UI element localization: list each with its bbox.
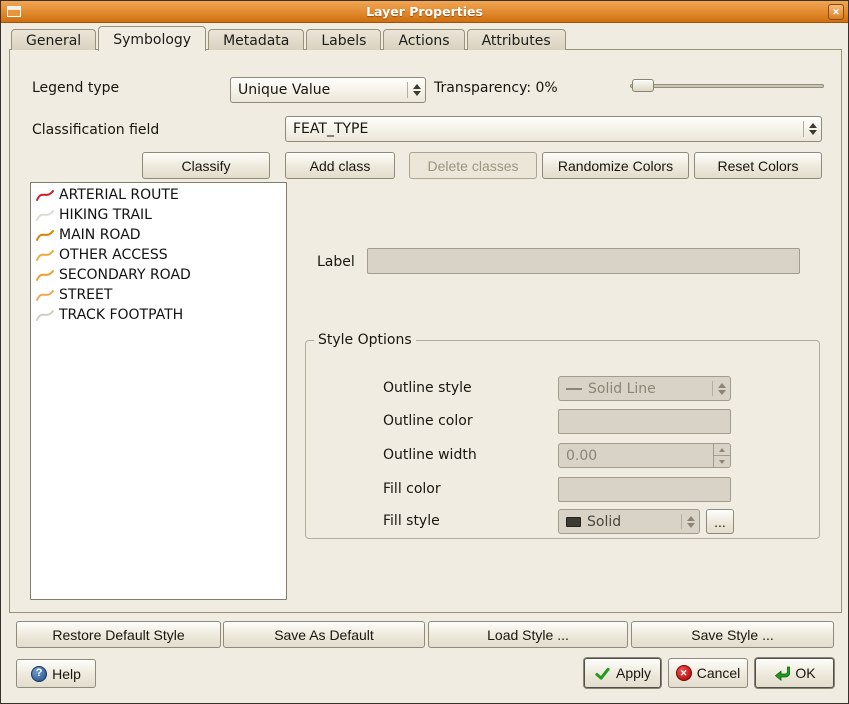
tab-attributes[interactable]: Attributes <box>467 29 566 50</box>
class-name: MAIN ROAD <box>59 227 141 243</box>
spin-buttons <box>713 444 730 467</box>
fill-style-more-button[interactable]: ... <box>706 509 734 534</box>
help-icon: ? <box>31 666 47 682</box>
tab-general[interactable]: General <box>11 29 96 50</box>
outline-color-button <box>558 409 731 434</box>
class-list-item[interactable]: TRACK FOOTPATH <box>31 305 286 325</box>
outline-style-label: Outline style <box>383 380 472 396</box>
help-button[interactable]: ? Help <box>16 659 96 688</box>
layer-properties-dialog: Layer Properties ✕ General Symbology Met… <box>0 0 849 704</box>
legend-type-combo[interactable]: Unique Value <box>230 77 426 103</box>
add-class-button[interactable]: Add class <box>285 152 395 179</box>
class-list-item[interactable]: MAIN ROAD <box>31 225 286 245</box>
tab-symbology[interactable]: Symbology <box>98 26 206 51</box>
symbology-page: Legend type Unique Value Transparency: 0… <box>9 49 842 613</box>
fill-style-combo: Solid <box>558 509 700 534</box>
class-name: STREET <box>59 287 112 303</box>
cancel-icon: ✕ <box>676 665 692 681</box>
combo-separator <box>803 121 804 137</box>
close-icon: ✕ <box>832 7 840 17</box>
randomize-colors-button[interactable]: Randomize Colors <box>542 152 689 179</box>
outline-style-value: Solid Line <box>588 381 707 397</box>
apply-button-label: Apply <box>616 665 651 681</box>
combo-arrows-icon <box>687 516 695 528</box>
transparency-slider[interactable] <box>630 78 824 94</box>
tab-actions[interactable]: Actions <box>383 29 464 50</box>
outline-style-combo: Solid Line <box>558 376 731 401</box>
outline-width-label: Outline width <box>383 447 477 463</box>
classification-field-combo[interactable]: FEAT_TYPE <box>285 116 822 142</box>
ok-button-label: OK <box>795 665 815 681</box>
outline-width-spinbox: 0.00 <box>558 443 731 468</box>
class-name: HIKING TRAIL <box>59 207 152 223</box>
line-symbol-icon <box>35 308 55 322</box>
class-name: TRACK FOOTPATH <box>59 307 183 323</box>
title-bar[interactable]: Layer Properties ✕ <box>1 1 848 23</box>
combo-separator <box>681 514 682 529</box>
combo-arrows-icon <box>413 84 421 96</box>
class-name: SECONDARY ROAD <box>59 267 191 283</box>
spin-down-icon <box>714 456 730 467</box>
spin-up-icon <box>714 444 730 456</box>
line-style-icon <box>566 388 582 390</box>
ok-button[interactable]: OK <box>755 658 834 688</box>
tab-labels[interactable]: Labels <box>306 29 381 50</box>
close-button[interactable]: ✕ <box>828 4 844 20</box>
line-symbol-icon <box>35 288 55 302</box>
line-symbol-icon <box>35 208 55 222</box>
tab-metadata[interactable]: Metadata <box>208 29 304 50</box>
label-input <box>367 248 800 274</box>
class-list-item[interactable]: STREET <box>31 285 286 305</box>
class-name: ARTERIAL ROUTE <box>59 187 179 203</box>
class-list: ARTERIAL ROUTE HIKING TRAIL MAIN ROAD OT… <box>30 182 287 600</box>
line-symbol-icon <box>35 268 55 282</box>
outline-width-value: 0.00 <box>559 444 713 467</box>
style-options-group: Style Options Outline style Solid Line O… <box>305 332 820 539</box>
classification-field-label: Classification field <box>32 122 159 138</box>
label-field-label: Label <box>317 254 355 270</box>
apply-check-icon <box>594 665 611 682</box>
fill-pattern-icon <box>566 517 581 527</box>
fill-color-label: Fill color <box>383 481 441 497</box>
fill-style-label: Fill style <box>383 513 440 529</box>
class-list-item[interactable]: HIKING TRAIL <box>31 205 286 225</box>
combo-arrows-icon <box>718 383 726 395</box>
line-symbol-icon <box>35 188 55 202</box>
style-options-title: Style Options <box>314 332 416 348</box>
line-symbol-icon <box>35 248 55 262</box>
combo-separator <box>407 82 408 98</box>
legend-type-value: Unique Value <box>238 82 402 98</box>
combo-arrows-icon <box>809 123 817 135</box>
class-list-item[interactable]: SECONDARY ROAD <box>31 265 286 285</box>
ok-enter-arrow-icon <box>773 665 790 682</box>
transparency-label: Transparency: 0% <box>434 80 558 96</box>
help-button-label: Help <box>52 666 81 682</box>
class-list-item[interactable]: OTHER ACCESS <box>31 245 286 265</box>
outline-color-label: Outline color <box>383 413 473 429</box>
window-title: Layer Properties <box>1 4 848 19</box>
class-list-item[interactable]: ARTERIAL ROUTE <box>31 185 286 205</box>
save-style-button[interactable]: Save Style ... <box>631 621 834 648</box>
line-symbol-icon <box>35 228 55 242</box>
fill-style-value: Solid <box>587 514 676 530</box>
apply-button[interactable]: Apply <box>584 658 661 688</box>
slider-handle[interactable] <box>632 79 654 92</box>
save-as-default-button[interactable]: Save As Default <box>223 621 425 648</box>
slider-track[interactable] <box>630 84 824 88</box>
classify-button[interactable]: Classify <box>142 152 270 179</box>
delete-classes-button: Delete classes <box>409 152 537 179</box>
classification-field-value: FEAT_TYPE <box>293 121 798 137</box>
class-name: OTHER ACCESS <box>59 247 168 263</box>
fill-color-button <box>558 477 731 502</box>
tab-bar: General Symbology Metadata Labels Action… <box>11 26 568 50</box>
cancel-button-label: Cancel <box>697 665 741 681</box>
combo-separator <box>712 381 713 396</box>
restore-default-style-button[interactable]: Restore Default Style <box>16 621 221 648</box>
load-style-button[interactable]: Load Style ... <box>428 621 628 648</box>
reset-colors-button[interactable]: Reset Colors <box>694 152 822 179</box>
cancel-button[interactable]: ✕ Cancel <box>668 658 748 688</box>
legend-type-label: Legend type <box>32 80 119 96</box>
